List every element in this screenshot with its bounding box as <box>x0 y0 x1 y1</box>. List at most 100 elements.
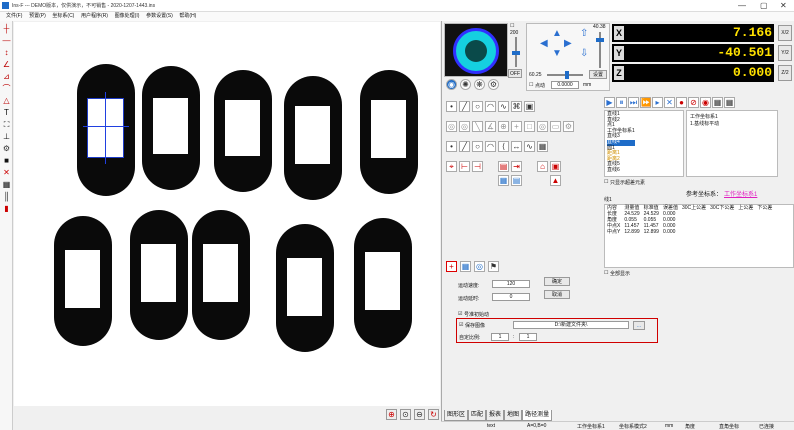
light-slider-thumb[interactable] <box>512 51 520 55</box>
menu-coords[interactable]: 坐标系(C) <box>52 12 74 21</box>
report-icon[interactable]: ▤ <box>498 161 509 172</box>
v-line-icon[interactable]: ↕ <box>2 48 11 57</box>
table-icon[interactable]: ▦ <box>712 97 723 108</box>
refresh-icon[interactable]: ↻ <box>428 409 439 420</box>
results-table[interactable]: 内容 测量值 标准值 误差值 30C上公差 30C下公差 上公差 下公差 长度 … <box>604 204 794 268</box>
flag-tool-icon[interactable]: ⚑ <box>488 261 499 272</box>
excel-icon[interactable]: ▦ <box>498 175 509 186</box>
record-icon[interactable]: ● <box>676 97 687 108</box>
coord-axis-icon[interactable]: ⊢ <box>459 161 470 172</box>
construct-curve-icon[interactable]: ∿ <box>524 141 535 152</box>
ruler-icon[interactable]: ⊥ <box>2 132 11 141</box>
grid-icon[interactable]: ▦ <box>2 180 11 189</box>
arrow-left-icon[interactable]: ◀ <box>540 38 548 49</box>
program-icon[interactable]: ▲ <box>550 175 561 186</box>
image-tool-icon[interactable]: ▣ <box>524 101 535 112</box>
auto-rect-icon[interactable]: □ <box>524 121 535 132</box>
text-icon[interactable]: T <box>2 108 11 117</box>
close-button[interactable]: ✕ <box>780 1 787 10</box>
construct-angle-icon[interactable]: ⟨ <box>498 141 509 152</box>
add-step-icon[interactable]: + <box>446 261 457 272</box>
cancel-button[interactable]: 取消 <box>544 290 570 299</box>
auto-target-icon[interactable]: ◎ <box>537 121 548 132</box>
coords-item[interactable]: 工作坐标系1 <box>690 113 718 120</box>
auto-box-icon[interactable]: ▭ <box>550 121 561 132</box>
browse-button[interactable]: ... <box>633 321 645 330</box>
image-canvas[interactable] <box>14 22 440 406</box>
auto-search-icon[interactable]: ⊕ <box>498 121 509 132</box>
arc-tool-icon[interactable]: ◠ <box>485 101 496 112</box>
delay-input[interactable]: 0 <box>492 293 530 301</box>
stop-icon[interactable]: ⊘ <box>688 97 699 108</box>
save-path-input[interactable]: D:\新建文件夹\ <box>513 321 629 329</box>
forward-icon[interactable]: ⏩ <box>640 97 651 108</box>
speed-input[interactable]: 120 <box>492 280 530 288</box>
construct-circle-icon[interactable]: ○ <box>472 141 483 152</box>
tab-graphics[interactable]: 图形区 <box>444 410 469 421</box>
show-all-checkbox[interactable]: ☐ <box>604 270 608 276</box>
menu-help[interactable]: 帮助(H) <box>179 12 196 21</box>
arrow-down-icon[interactable]: ▼ <box>552 48 562 59</box>
tab-path[interactable]: 路径测量 <box>522 410 553 421</box>
tab-match[interactable]: 匹配 <box>468 410 487 421</box>
contour-tool-icon[interactable]: ⌘ <box>511 101 522 112</box>
dro-y-half-button[interactable]: Y/2 <box>778 45 792 61</box>
ok-button[interactable]: 确定 <box>544 277 570 286</box>
light-off-button[interactable]: OFF <box>508 69 522 78</box>
program-tree[interactable]: 直线1 直线2 点1 工作坐标系1 直线3 直线4 圆1 距离1 距离2 直线5… <box>604 110 684 177</box>
tree-item[interactable]: 直线6 <box>607 167 635 174</box>
light-slider[interactable]: ☐ 200 OFF <box>508 23 522 79</box>
run-icon[interactable]: ▶ <box>604 97 615 108</box>
menu-file[interactable]: 文件(F) <box>6 12 22 21</box>
show-sketch-checkbox[interactable]: ☐ <box>604 179 608 185</box>
angle-icon-2[interactable]: ⊿ <box>2 72 11 81</box>
auto-line-icon[interactable]: ╲ <box>472 121 483 132</box>
tab-map[interactable]: 地图 <box>504 410 523 421</box>
arrow-up-icon[interactable]: ▲ <box>552 28 562 39</box>
dro-x-half-button[interactable]: X/2 <box>778 25 792 41</box>
gear-icon[interactable]: ⚙ <box>2 144 11 153</box>
pause-icon[interactable]: ⏸ <box>616 97 627 108</box>
scale-a-input[interactable]: 1 <box>491 333 509 341</box>
motion-set-button[interactable]: 设置 <box>589 70 607 79</box>
target-icon[interactable]: ⊕ <box>386 409 397 420</box>
light-bottom-icon[interactable]: ❋ <box>474 79 485 90</box>
target-tool-icon[interactable]: ◎ <box>474 261 485 272</box>
grid-tool-icon[interactable]: ▦ <box>460 261 471 272</box>
step-input[interactable]: 0.0000 <box>551 81 579 89</box>
line-tool-icon[interactable]: ╱ <box>459 101 470 112</box>
tools-icon[interactable]: ✕ <box>664 97 675 108</box>
zoom-in-icon[interactable]: ⊙ <box>400 409 411 420</box>
circle-tool-icon[interactable]: ○ <box>472 101 483 112</box>
light-settings-icon[interactable]: ⚙ <box>488 79 499 90</box>
auto-angle-icon[interactable]: ∡ <box>485 121 496 132</box>
step-icon[interactable]: ⏭ <box>628 97 639 108</box>
scale-b-input[interactable]: 1 <box>519 333 537 341</box>
construct-arc-icon[interactable]: ◠ <box>485 141 496 152</box>
camera-preview[interactable] <box>444 23 508 77</box>
curve-tool-icon[interactable]: ∿ <box>498 101 509 112</box>
maximize-button[interactable]: ▢ <box>760 1 768 10</box>
export-icon[interactable]: ⇥ <box>511 161 522 172</box>
auto-circle-icon[interactable]: ◎ <box>459 121 470 132</box>
menu-user-program[interactable]: 用户程序(R) <box>81 12 108 21</box>
xy-speed-thumb[interactable] <box>565 71 569 79</box>
minimize-button[interactable]: — <box>738 1 746 10</box>
z-down-icon[interactable]: ⇩ <box>580 48 588 59</box>
crosshair-icon[interactable]: ┼ <box>2 24 11 33</box>
coord-origin-icon[interactable]: ⌖ <box>446 161 457 172</box>
camera-icon[interactable]: ■ <box>2 156 11 165</box>
barcode-icon[interactable]: ║ <box>2 192 11 201</box>
construct-point-icon[interactable]: • <box>446 141 457 152</box>
alarm-icon[interactable]: ◉ <box>700 97 711 108</box>
point-checkbox[interactable]: ☐ <box>529 82 533 88</box>
auto-add-icon[interactable]: + <box>511 121 522 132</box>
construct-line-icon[interactable]: ╱ <box>459 141 470 152</box>
dro-z-half-button[interactable]: Z/2 <box>778 65 792 81</box>
save-image-checkbox[interactable]: ☑ <box>459 322 463 328</box>
menu-image-processing[interactable]: 图像处理(I) <box>115 12 140 21</box>
light-checkbox[interactable]: ☐ <box>510 23 514 29</box>
arc-icon[interactable]: ⌒ <box>2 84 11 93</box>
coord-rotate-icon[interactable]: ⊣ <box>472 161 483 172</box>
flag-icon[interactable]: ▮ <box>2 204 11 213</box>
